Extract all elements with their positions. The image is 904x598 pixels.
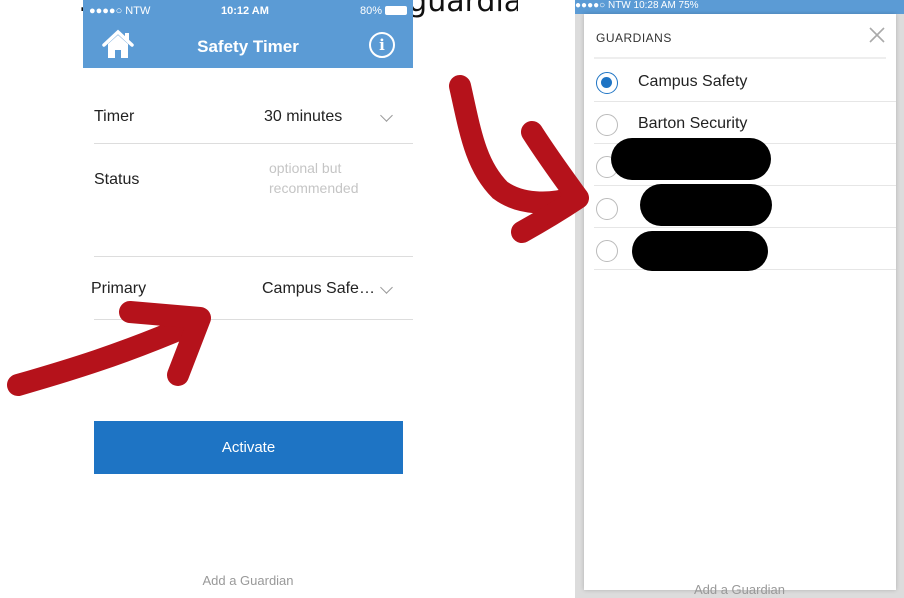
nav-bar: Safety Timer i xyxy=(83,20,413,68)
modal-title: GUARDIANS xyxy=(596,31,672,45)
guardian-option-campus-safety[interactable]: Campus Safety xyxy=(584,60,896,102)
primary-guardian-select[interactable]: Campus Safe… xyxy=(262,280,375,298)
timer-select[interactable]: 30 minutes xyxy=(264,108,342,126)
info-icon[interactable]: i xyxy=(369,32,395,58)
battery-icon xyxy=(385,6,407,15)
divider xyxy=(94,256,413,257)
chevron-down-icon[interactable] xyxy=(380,109,393,122)
option-label: Campus Safety xyxy=(638,73,748,90)
guardians-screen: ●●●●○ NTW 10:28 AM 75% GUARDIANS Campus … xyxy=(575,0,904,598)
battery-percent: 80% xyxy=(359,5,382,17)
status-time: 10:12 AM xyxy=(221,5,269,17)
page-title: Safety Timer xyxy=(197,37,299,56)
redaction-mark xyxy=(611,138,771,180)
add-guardian-link[interactable]: Add a Guardian xyxy=(575,582,904,597)
option-label: Barton Security xyxy=(638,115,748,132)
radio-unselected[interactable] xyxy=(596,114,618,136)
timer-label: Timer xyxy=(94,108,135,125)
add-guardian-link[interactable]: Add a Guardian xyxy=(83,573,413,588)
divider xyxy=(594,57,886,59)
battery-indicator: 80% xyxy=(360,5,407,17)
radio-selected[interactable] xyxy=(596,72,618,94)
status-bar: ●●●●○ NTW 10:12 AM 80% xyxy=(83,0,413,20)
guardians-modal: GUARDIANS Campus Safety Barton Security xyxy=(584,14,896,590)
primary-label: Primary xyxy=(91,280,147,297)
status-bar: ●●●●○ NTW 10:28 AM 75% xyxy=(575,0,904,14)
redaction-mark xyxy=(632,231,768,271)
status-label: Status xyxy=(94,171,140,188)
radio-unselected[interactable] xyxy=(596,198,618,220)
divider xyxy=(94,143,413,144)
safety-timer-screen: ●●●●○ NTW 10:12 AM 80% Safety Timer i Ti… xyxy=(83,0,413,598)
redaction-mark xyxy=(640,184,772,226)
activate-button[interactable]: Activate xyxy=(94,421,403,474)
radio-unselected[interactable] xyxy=(596,240,618,262)
status-input[interactable] xyxy=(269,158,409,248)
close-icon[interactable] xyxy=(868,26,886,44)
divider xyxy=(94,319,413,320)
carrier-signal: ●●●●○ NTW xyxy=(89,5,151,17)
chevron-down-icon[interactable] xyxy=(380,281,393,294)
red-arrowhead-icon xyxy=(511,121,589,243)
red-arrow-icon xyxy=(449,75,583,214)
